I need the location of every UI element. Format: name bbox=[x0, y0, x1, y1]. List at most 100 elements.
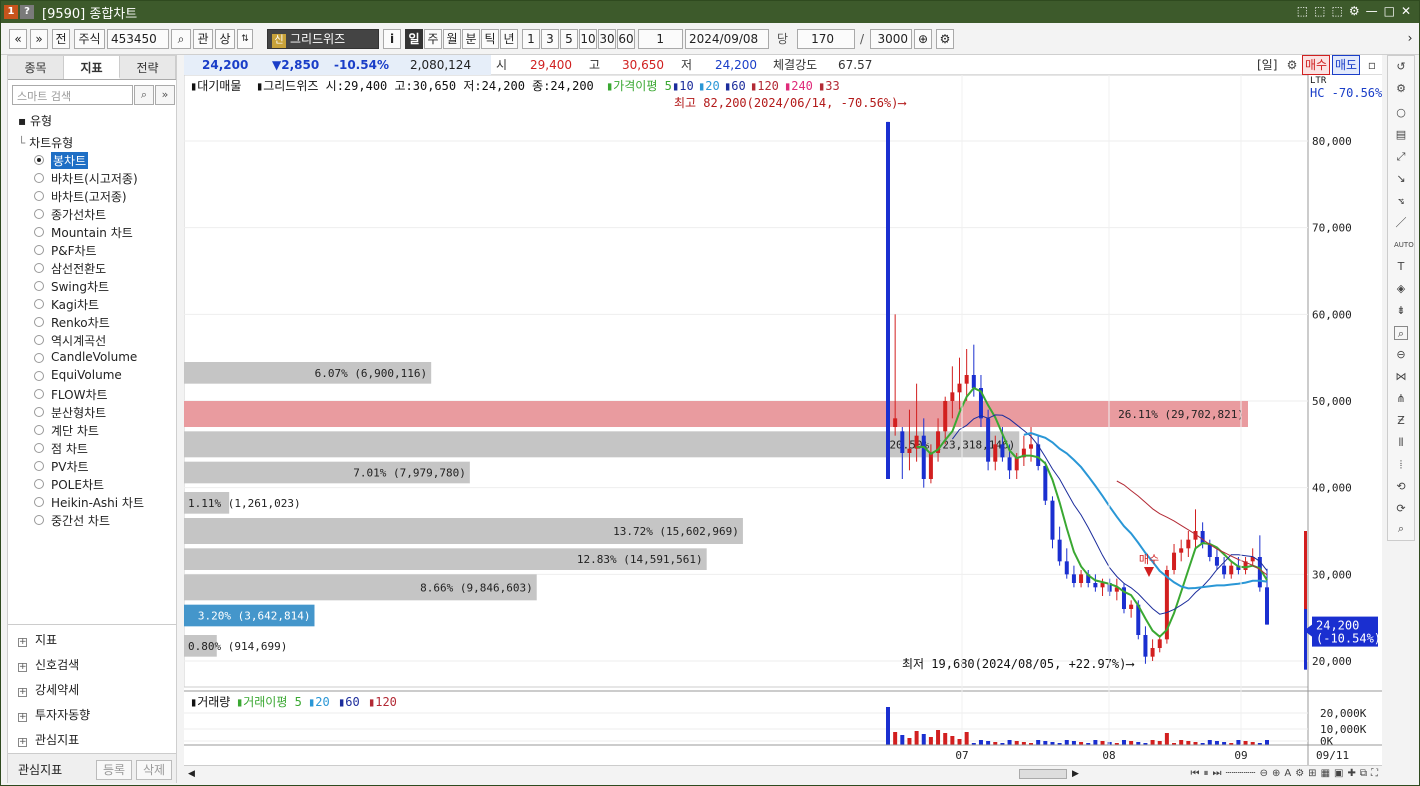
market-select[interactable]: 주식 bbox=[74, 29, 105, 49]
stock-code-input[interactable]: 453450 bbox=[107, 29, 169, 49]
undo-icon[interactable]: ↺ bbox=[1394, 60, 1408, 74]
radio-9[interactable] bbox=[34, 317, 44, 327]
radio-18[interactable] bbox=[34, 479, 44, 489]
chart-area[interactable]: 80,000 70,000 60,000 50,000 40,000 30,000 20,0… bbox=[184, 75, 1382, 775]
expand-icon[interactable]: » bbox=[155, 85, 175, 105]
min-3[interactable]: 3 bbox=[541, 29, 559, 49]
radio-4[interactable] bbox=[34, 227, 44, 237]
auto-icon[interactable]: AUTO bbox=[1394, 238, 1414, 252]
maximize-button[interactable]: □ bbox=[1384, 4, 1395, 18]
search-icon[interactable]: ⌕ bbox=[171, 29, 191, 49]
help-badge[interactable]: ? bbox=[20, 5, 34, 19]
min-30[interactable]: 30 bbox=[598, 29, 616, 49]
table-icon[interactable]: ▦ bbox=[1321, 766, 1330, 782]
min-1[interactable]: 1 bbox=[522, 29, 540, 49]
chart-type-option[interactable]: POLE차트 bbox=[51, 476, 104, 493]
radio-1[interactable] bbox=[34, 173, 44, 183]
count-input[interactable]: 170 bbox=[797, 29, 855, 49]
plus-icon[interactable]: ⊕ bbox=[1272, 766, 1280, 782]
buy-button[interactable]: 매수 bbox=[1302, 55, 1330, 75]
delete-button[interactable]: 삭제 bbox=[136, 760, 172, 780]
interval-select[interactable]: 1 bbox=[638, 29, 683, 49]
chart-type-option[interactable]: FLOW차트 bbox=[51, 386, 108, 403]
zoom-out-icon[interactable]: ⊖ bbox=[1394, 348, 1408, 362]
period-week[interactable]: 주 bbox=[424, 29, 442, 49]
settings-icon[interactable]: ⚙ bbox=[1349, 4, 1360, 18]
radio-17[interactable] bbox=[34, 461, 44, 471]
tab-strategy[interactable]: 전략 bbox=[120, 56, 176, 79]
radio-20[interactable] bbox=[34, 515, 44, 525]
last-icon[interactable]: ⏭ bbox=[1212, 766, 1221, 782]
fill-icon[interactable]: ◈ bbox=[1394, 282, 1408, 296]
redo-icon[interactable]: ⟳ bbox=[1394, 502, 1408, 516]
app-badge[interactable]: 1 bbox=[4, 5, 18, 19]
chart-type-option[interactable]: PV차트 bbox=[51, 458, 89, 475]
period-minute[interactable]: 분 bbox=[462, 29, 480, 49]
zoom-icon[interactable]: ⌕ bbox=[1394, 326, 1408, 340]
tab-stock[interactable]: 종목 bbox=[8, 56, 64, 79]
kwan-button[interactable]: 관 bbox=[193, 29, 213, 49]
window-icon[interactable]: ▣ bbox=[1334, 766, 1343, 782]
grid-icon[interactable]: ⦙ bbox=[1394, 458, 1408, 472]
min-5[interactable]: 5 bbox=[560, 29, 578, 49]
jeon-button[interactable]: 전 bbox=[52, 29, 70, 49]
period-day[interactable]: 일 bbox=[405, 29, 423, 49]
category-item[interactable]: + 신호검색 bbox=[18, 656, 79, 673]
chart-type-option[interactable]: 바차트(고저종) bbox=[51, 188, 127, 205]
fib-icon[interactable]: ⋈ bbox=[1394, 370, 1408, 384]
radio-14[interactable] bbox=[34, 407, 44, 417]
prev-stock-button[interactable]: « bbox=[9, 29, 27, 49]
category-item[interactable]: + 투자자동향 bbox=[18, 706, 90, 723]
copy-icon[interactable]: ⬚ bbox=[1314, 4, 1325, 18]
radio-3[interactable] bbox=[34, 209, 44, 219]
period-year[interactable]: 년 bbox=[500, 29, 518, 49]
settings-icon[interactable]: ⚙ bbox=[1284, 55, 1300, 75]
radio-7[interactable] bbox=[34, 281, 44, 291]
close-button[interactable]: ✕ bbox=[1401, 4, 1411, 18]
minus-icon[interactable]: ⊖ bbox=[1260, 766, 1268, 782]
pin-icon[interactable]: ▫ bbox=[1364, 55, 1380, 75]
info-button[interactable]: i bbox=[383, 29, 401, 49]
angle-icon[interactable]: ⦪ bbox=[1394, 194, 1408, 208]
settings-icon[interactable]: ⚙ bbox=[1295, 766, 1304, 782]
zigzag-icon[interactable]: Ƶ bbox=[1394, 414, 1408, 428]
candle-icon[interactable]: ⇟ bbox=[1394, 304, 1408, 318]
radio-6[interactable] bbox=[34, 263, 44, 273]
chart-type-option[interactable]: 중간선 차트 bbox=[51, 512, 110, 529]
radio-10[interactable] bbox=[34, 335, 44, 345]
add-icon[interactable]: ✚ bbox=[1347, 766, 1355, 782]
chart-type-option[interactable]: 바차트(시고저종) bbox=[51, 170, 138, 187]
link-icon[interactable]: ⬚ bbox=[1297, 4, 1308, 18]
category-item[interactable]: + 관심지표 bbox=[18, 731, 79, 748]
chart-type-node[interactable]: └ 차트유형 bbox=[18, 134, 73, 151]
chart-type-option[interactable]: Renko차트 bbox=[51, 314, 110, 331]
sang-button[interactable]: 상 bbox=[215, 29, 235, 49]
chart-type-option[interactable]: Heikin-Ashi 차트 bbox=[51, 494, 144, 511]
radio-13[interactable] bbox=[34, 389, 44, 399]
sell-button[interactable]: 매도 bbox=[1332, 55, 1360, 75]
search-icon[interactable]: ⌕ bbox=[134, 85, 154, 105]
chart-type-option[interactable]: 분산형차트 bbox=[51, 404, 106, 421]
first-icon[interactable]: ⏮ bbox=[1190, 766, 1199, 782]
minimize-button[interactable]: — bbox=[1366, 4, 1378, 18]
fit-icon[interactable]: ⛶ bbox=[1371, 766, 1378, 782]
min-60[interactable]: 60 bbox=[617, 29, 635, 49]
chart-type-option[interactable]: CandleVolume bbox=[51, 350, 137, 364]
category-item[interactable]: + 강세약세 bbox=[18, 681, 79, 698]
scroll-left-icon[interactable]: ◀ bbox=[188, 766, 195, 782]
category-item[interactable]: + 지표 bbox=[18, 631, 57, 648]
radio-8[interactable] bbox=[34, 299, 44, 309]
type-group[interactable]: ▪ 유형 bbox=[18, 112, 52, 129]
layout-icon[interactable]: ⊞ bbox=[1308, 766, 1316, 782]
smart-search-input[interactable]: 스마트 검색 bbox=[12, 85, 133, 105]
register-button[interactable]: 등록 bbox=[96, 760, 132, 780]
zoom-in-icon[interactable]: ⊕ bbox=[914, 29, 932, 49]
tab-indicator[interactable]: 지표 bbox=[64, 56, 120, 79]
chart-type-option[interactable]: Mountain 차트 bbox=[51, 224, 133, 241]
pitchfork-icon[interactable]: ⋔ bbox=[1394, 392, 1408, 406]
chart-type-option[interactable]: 봉차트 bbox=[51, 152, 89, 169]
stock-list-button[interactable]: » bbox=[30, 29, 48, 49]
chart-type-option[interactable]: EquiVolume bbox=[51, 368, 122, 382]
radio-0[interactable] bbox=[34, 155, 44, 165]
zoom-slider-icon[interactable]: ┄┄┄┄┄ bbox=[1225, 766, 1255, 782]
